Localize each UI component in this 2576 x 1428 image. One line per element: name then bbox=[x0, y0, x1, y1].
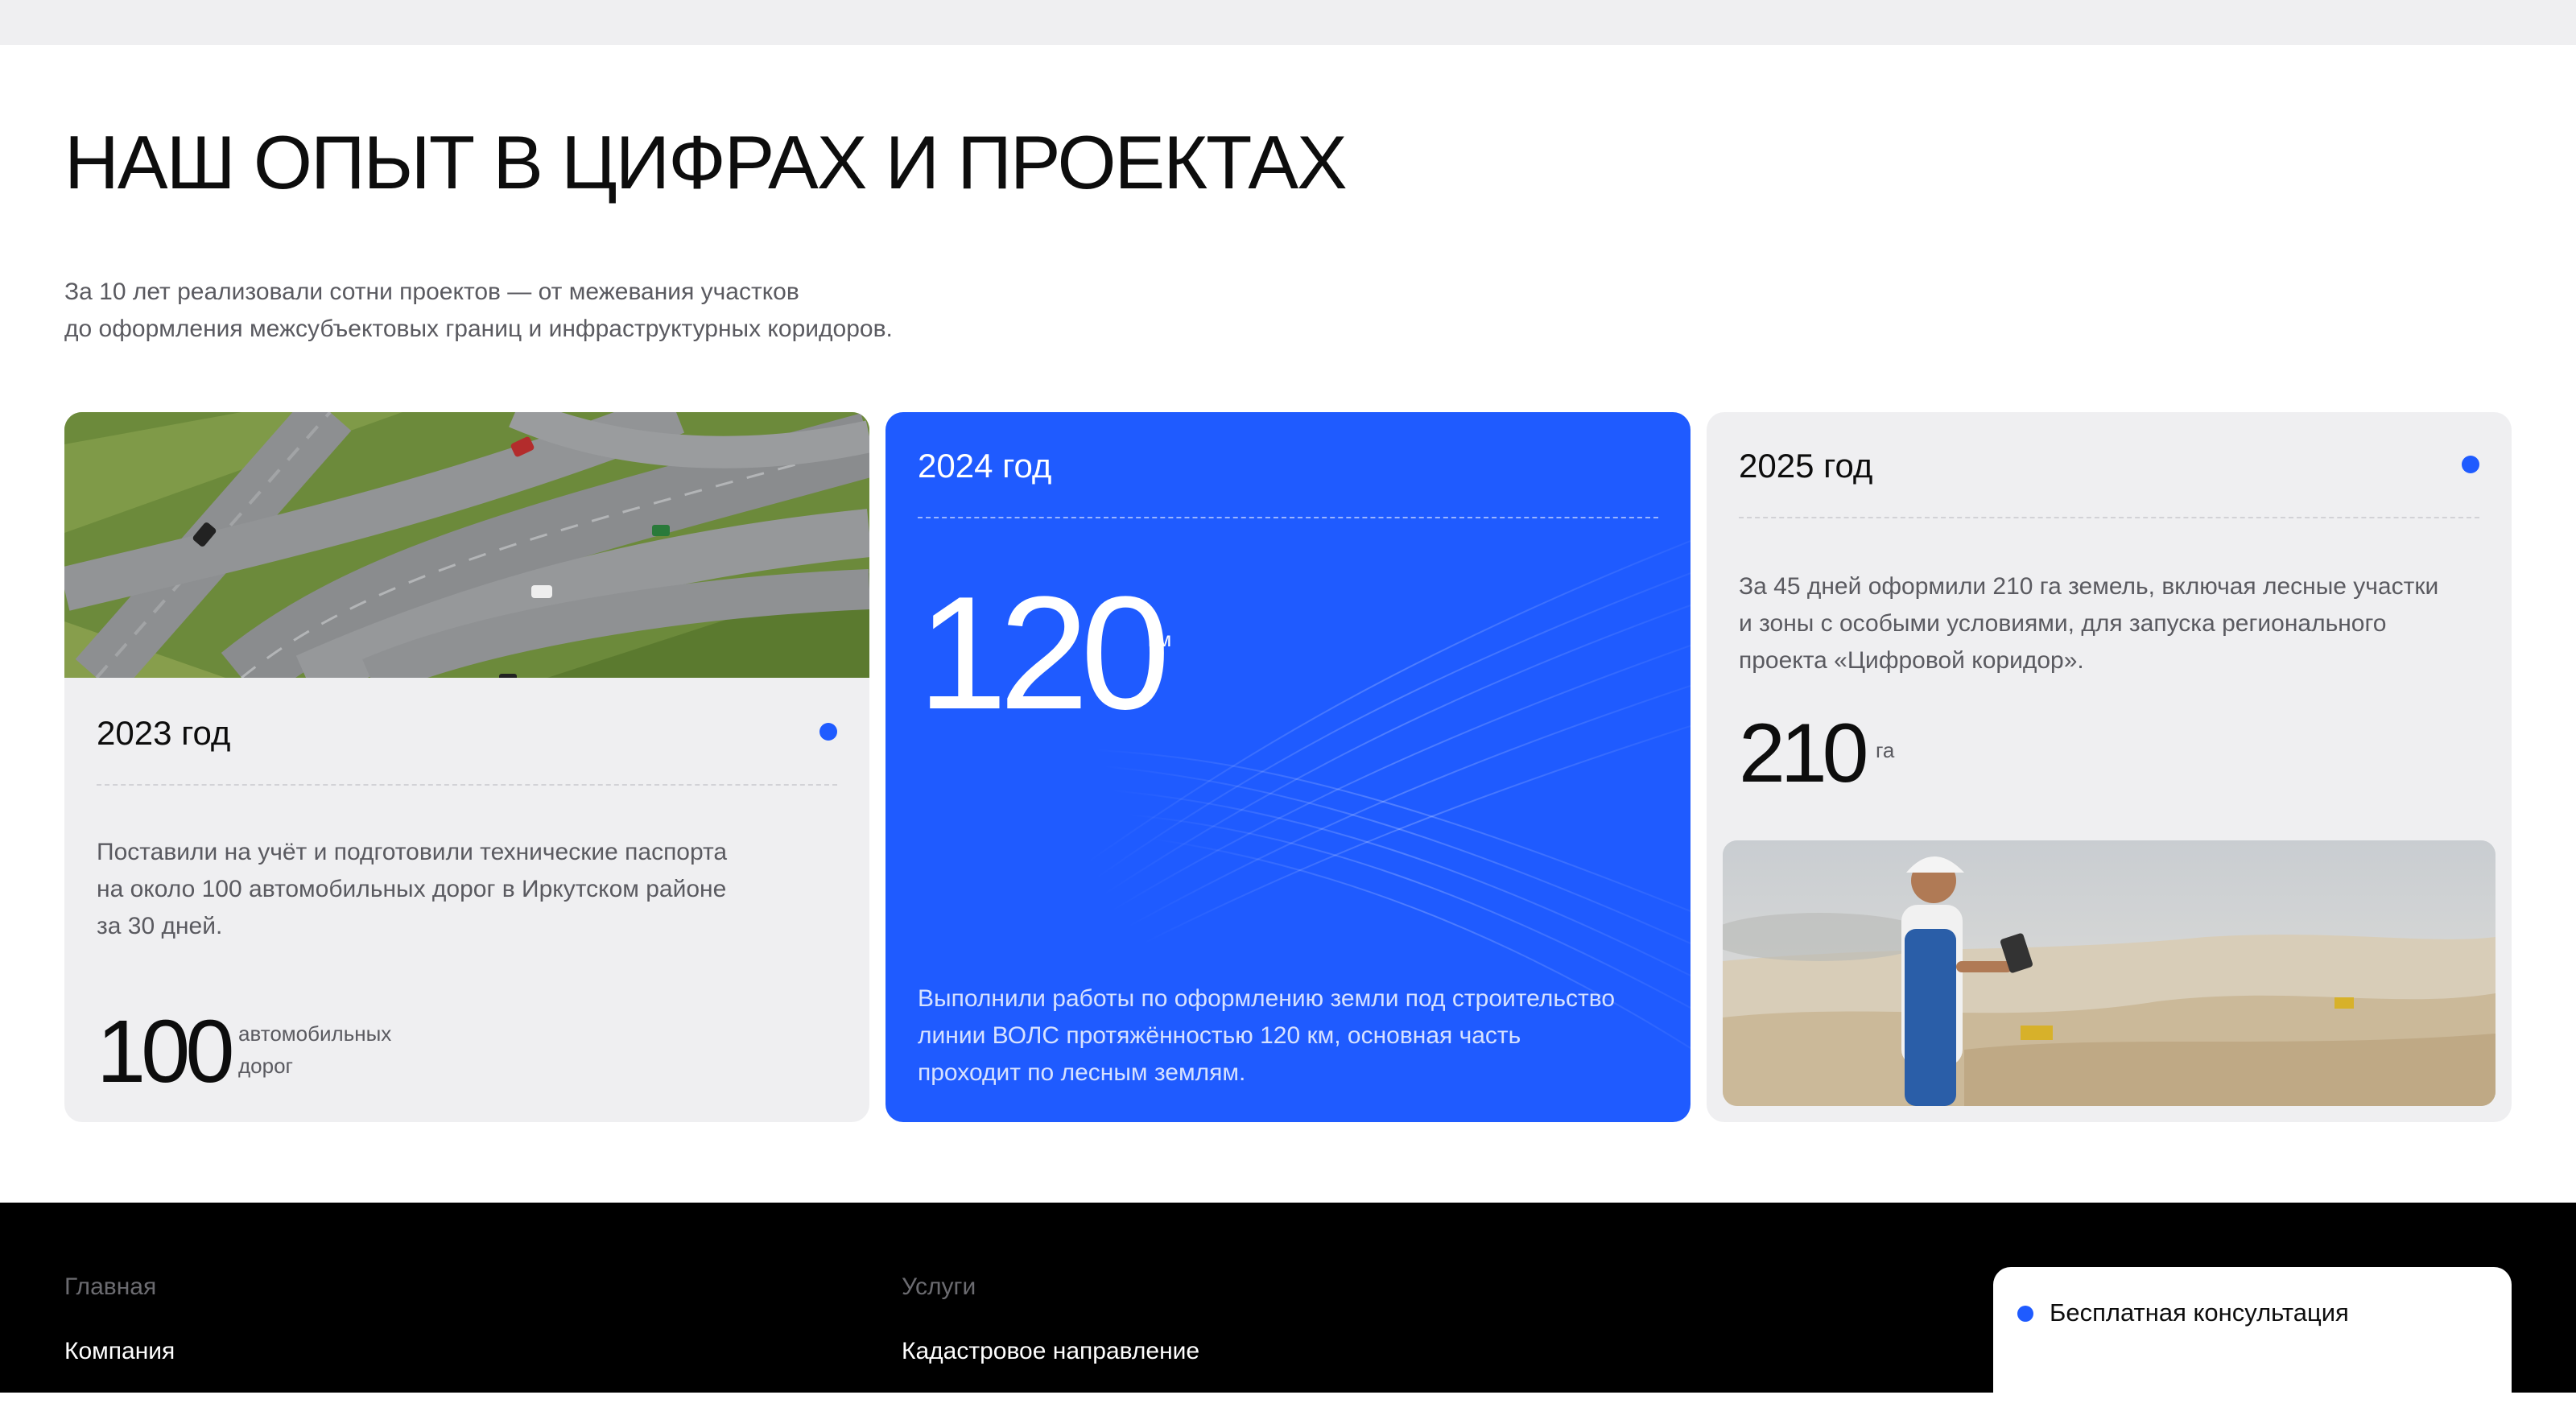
divider bbox=[918, 517, 1658, 518]
subtitle-line: до оформления межсубъектовых границ и ин… bbox=[64, 316, 893, 342]
free-consultation-button[interactable]: Бесплатная консультация bbox=[1993, 1267, 2512, 1428]
case-card-2025[interactable]: 2025 год За 45 дней оформили 210 га земе… bbox=[1707, 412, 2512, 1122]
active-dot-icon bbox=[2462, 456, 2479, 473]
status-dot-icon bbox=[2017, 1306, 2033, 1322]
card-value: 120 bbox=[918, 563, 1170, 743]
unit-line: автомобильных bbox=[238, 1021, 392, 1046]
divider bbox=[97, 784, 837, 786]
card-description: Выполнили работы по оформлению земли под… bbox=[918, 980, 1658, 1092]
case-card-2024[interactable]: 2024 год 120 км Выполнили работы по офор… bbox=[886, 412, 1690, 1122]
description-line: за 30 дней. bbox=[97, 913, 223, 939]
description-line: линии ВОЛС протяжённостью 120 км, основн… bbox=[918, 1022, 1521, 1049]
subtitle-line: За 10 лет реализовали сотни проектов — о… bbox=[64, 279, 799, 305]
section-subtitle: За 10 лет реализовали сотни проектов — о… bbox=[64, 274, 1030, 348]
description-line: проходит по лесным землям. bbox=[918, 1059, 1246, 1086]
description-line: За 45 дней оформили 210 га земель, включ… bbox=[1739, 573, 2439, 600]
surveyor-photo bbox=[1723, 840, 2496, 1106]
description-line: Выполнили работы по оформлению земли под… bbox=[918, 985, 1616, 1012]
active-dot-icon bbox=[819, 723, 837, 741]
description-line: Поставили на учёт и подготовили техничес… bbox=[97, 839, 728, 865]
divider bbox=[1739, 517, 2479, 518]
card-description: За 45 дней оформили 210 га земель, включ… bbox=[1739, 568, 2479, 679]
card-value: 100 bbox=[97, 1002, 235, 1101]
footer-link-company[interactable]: Компания bbox=[64, 1339, 175, 1364]
case-card-2023[interactable]: 2023 год Поставили на учёт и подготовили… bbox=[64, 412, 869, 1122]
description-line: и зоны с особыми условиями, для запуска … bbox=[1739, 610, 2387, 637]
card-unit: га bbox=[1876, 738, 1895, 762]
highway-interchange-photo bbox=[64, 412, 869, 678]
card-unit: км bbox=[1148, 627, 1172, 651]
top-bar bbox=[0, 0, 2576, 45]
card-year: 2025 год bbox=[1739, 447, 1873, 485]
card-unit: автомобильных дорог bbox=[238, 1017, 391, 1082]
card-year: 2023 год bbox=[97, 714, 231, 752]
unit-line: дорог bbox=[238, 1054, 294, 1078]
consultation-label: Бесплатная консультация bbox=[2050, 1298, 2349, 1327]
description-line: проекта «Цифровой коридор». bbox=[1739, 647, 2084, 674]
footer-link-cadastral[interactable]: Кадастровое направление bbox=[902, 1339, 1199, 1364]
description-line: на около 100 автомобильных дорог в Иркут… bbox=[97, 876, 727, 902]
card-value: 210 bbox=[1739, 707, 1869, 800]
footer-link-home[interactable]: Главная bbox=[64, 1275, 156, 1299]
card-description: Поставили на учёт и подготовили техничес… bbox=[97, 834, 837, 945]
site-footer: Главная Компания Услуги Кадастровое напр… bbox=[0, 1203, 2576, 1428]
footer-link-services[interactable]: Услуги bbox=[902, 1275, 976, 1299]
card-year: 2024 год bbox=[918, 447, 1052, 485]
section-title: НАШ ОПЫТ В ЦИФРАХ И ПРОЕКТАХ bbox=[64, 120, 1348, 204]
